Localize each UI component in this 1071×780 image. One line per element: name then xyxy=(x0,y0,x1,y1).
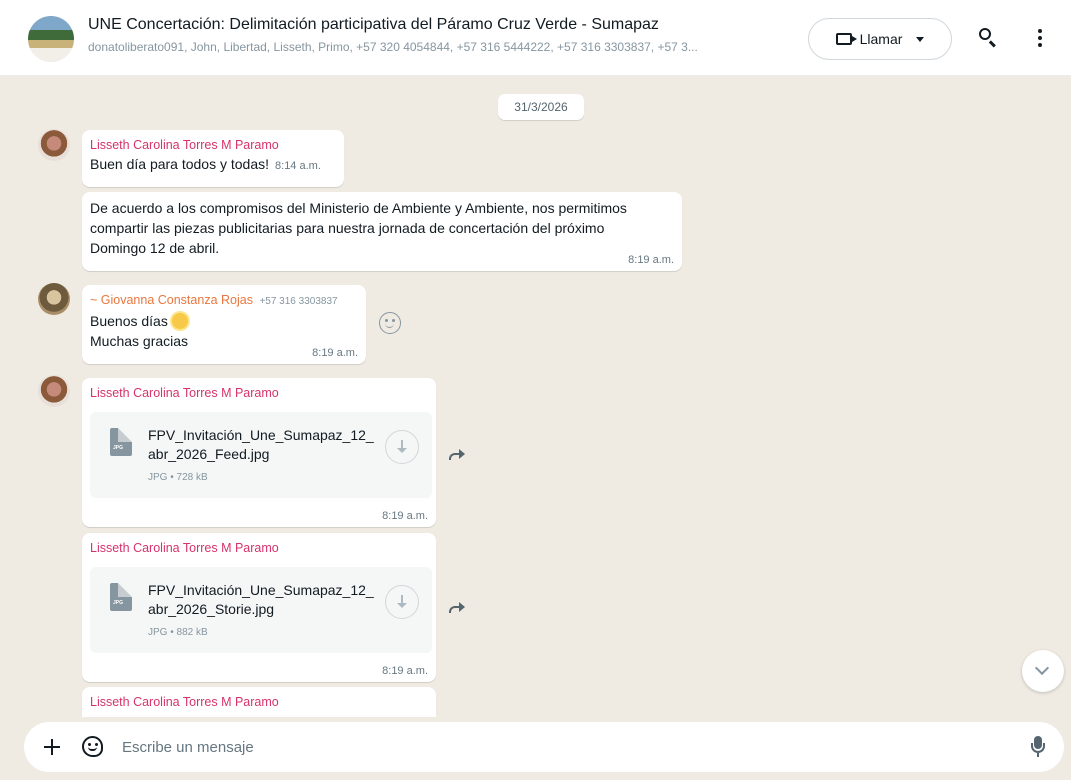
forward-icon[interactable] xyxy=(444,597,468,621)
search-icon[interactable] xyxy=(976,26,1000,50)
composer-box xyxy=(24,722,1064,772)
sticker-icon[interactable] xyxy=(82,736,103,757)
message-text: Buenos días xyxy=(90,313,168,329)
message-text: Buen día para todos y todas! xyxy=(90,156,270,172)
document-message[interactable]: Lisseth Carolina Torres M Paramo JPG FPV… xyxy=(82,533,436,682)
message-bubble[interactable]: De acuerdo a los compromisos del Ministe… xyxy=(82,192,682,271)
message-time: 8:19 a.m. xyxy=(312,347,358,359)
file-name: FPV_Invitación_Une_Sumapaz_12_abr_2026_F… xyxy=(148,427,374,462)
document-icon: JPG xyxy=(110,428,132,456)
message-time: 8:19 a.m. xyxy=(382,665,428,677)
sender-name: Lisseth Carolina Torres M Paramo xyxy=(90,386,279,400)
message-bubble[interactable]: ~ Giovanna Constanza Rojas +57 316 33038… xyxy=(82,285,366,364)
file-meta: JPG • 728 kB xyxy=(148,472,208,483)
message-input[interactable] xyxy=(122,734,1002,760)
date-separator: 31/3/2026 xyxy=(498,94,584,120)
call-label: Llamar xyxy=(859,31,903,47)
sun-emoji-icon xyxy=(171,313,188,329)
chat-members: donatoliberato091, John, Libertad, Lisse… xyxy=(88,40,698,54)
menu-icon[interactable] xyxy=(1032,26,1048,50)
sender-line: ~ Giovanna Constanza Rojas +57 316 33038… xyxy=(90,291,358,311)
download-icon[interactable] xyxy=(385,430,419,464)
chat-title: UNE Concertación: Delimitación participa… xyxy=(88,16,659,33)
file-meta: JPG • 882 kB xyxy=(148,627,208,638)
chevron-down-icon xyxy=(916,36,925,42)
sender-phone: +57 316 3303837 xyxy=(259,296,338,307)
message-bubble[interactable]: Lisseth Carolina Torres M Paramo xyxy=(82,687,436,717)
avatar[interactable] xyxy=(38,129,70,161)
file-name: FPV_Invitación_Une_Sumapaz_12_abr_2026_S… xyxy=(148,582,374,617)
avatar[interactable] xyxy=(38,283,70,315)
video-camera-icon xyxy=(835,33,857,45)
emoji-reaction-icon[interactable] xyxy=(379,312,401,334)
document-card[interactable]: JPG FPV_Invitación_Une_Sumapaz_12_abr_20… xyxy=(90,412,432,498)
avatar[interactable] xyxy=(38,375,70,407)
sender-name: Lisseth Carolina Torres M Paramo xyxy=(90,541,279,555)
call-button[interactable]: Llamar xyxy=(808,18,952,60)
document-card[interactable]: JPG FPV_Invitación_Une_Sumapaz_12_abr_20… xyxy=(90,567,432,653)
scroll-down-icon[interactable] xyxy=(1022,650,1064,692)
mic-icon[interactable] xyxy=(1030,736,1046,760)
document-message[interactable]: Lisseth Carolina Torres M Paramo JPG FPV… xyxy=(82,378,436,527)
chat-header: UNE Concertación: Delimitación participa… xyxy=(0,0,1071,76)
message-time: 8:19 a.m. xyxy=(628,254,674,266)
document-icon: JPG xyxy=(110,583,132,611)
sender-name: ~ Giovanna Constanza Rojas xyxy=(90,293,253,307)
chat-messages[interactable]: 31/3/2026 Lisseth Carolina Torres M Para… xyxy=(0,77,1071,717)
sender-name: Lisseth Carolina Torres M Paramo xyxy=(90,695,279,709)
plus-icon[interactable] xyxy=(42,737,62,757)
composer xyxy=(0,717,1071,780)
group-avatar[interactable] xyxy=(28,16,74,62)
download-icon[interactable] xyxy=(385,585,419,619)
message-time: 8:14 a.m. xyxy=(275,160,321,172)
message-text: De acuerdo a los compromisos del Ministe… xyxy=(90,200,627,256)
message-bubble[interactable]: Lisseth Carolina Torres M Paramo Buen dí… xyxy=(82,130,344,187)
sender-name: Lisseth Carolina Torres M Paramo xyxy=(90,138,279,152)
forward-icon[interactable] xyxy=(444,444,468,468)
message-time: 8:19 a.m. xyxy=(382,510,428,522)
chat-header-info[interactable]: UNE Concertación: Delimitación participa… xyxy=(88,16,788,54)
